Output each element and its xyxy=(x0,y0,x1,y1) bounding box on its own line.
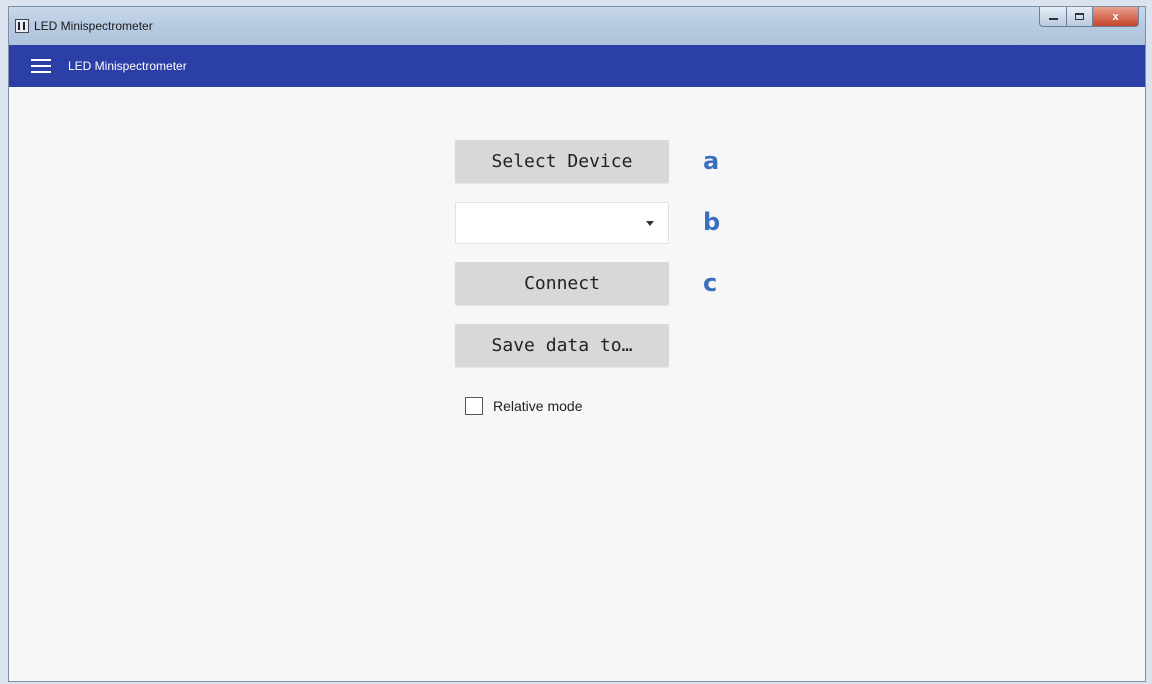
device-dropdown[interactable] xyxy=(455,202,669,244)
app-window: LED Minispectrometer x LED Minispectrome… xyxy=(8,6,1146,682)
annotation-c: c xyxy=(703,269,718,297)
select-device-button[interactable]: Select Device xyxy=(455,140,669,183)
save-data-label: Save data to… xyxy=(491,335,633,356)
connect-button[interactable]: Connect xyxy=(455,262,669,305)
app-bar: LED Minispectrometer xyxy=(9,45,1145,87)
close-icon: x xyxy=(1112,10,1119,23)
annotation-b: b xyxy=(703,208,721,236)
hamburger-menu-icon[interactable] xyxy=(31,59,51,73)
dropdown-caret-icon xyxy=(646,221,654,226)
annotation-a: a xyxy=(703,147,720,175)
app-logo-icon xyxy=(15,19,29,33)
connect-label: Connect xyxy=(524,273,600,294)
window-title: LED Minispectrometer xyxy=(34,19,153,33)
close-button[interactable]: x xyxy=(1093,7,1139,27)
select-device-label: Select Device xyxy=(491,151,633,172)
relative-mode-label: Relative mode xyxy=(493,398,583,414)
maximize-button[interactable] xyxy=(1067,7,1093,27)
relative-mode-checkbox[interactable] xyxy=(465,397,483,415)
relative-mode-row: Relative mode xyxy=(465,397,583,415)
save-data-button[interactable]: Save data to… xyxy=(455,324,669,367)
window-controls: x xyxy=(1039,7,1139,27)
minimize-button[interactable] xyxy=(1039,7,1067,27)
main-content: Select Device a b Connect c Save data to… xyxy=(9,87,1145,681)
app-bar-title: LED Minispectrometer xyxy=(68,59,187,73)
minimize-icon xyxy=(1048,18,1058,20)
maximize-icon xyxy=(1075,13,1084,20)
window-titlebar[interactable]: LED Minispectrometer x xyxy=(9,7,1145,45)
